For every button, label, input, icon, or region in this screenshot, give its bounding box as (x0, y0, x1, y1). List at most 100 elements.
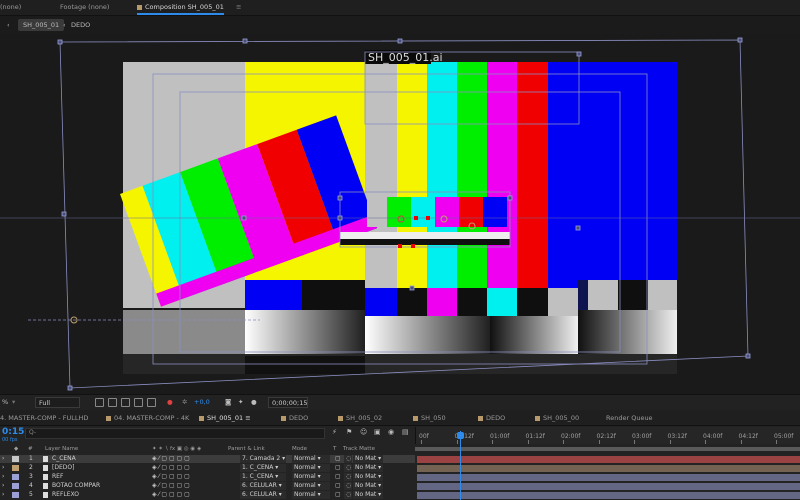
layer-duration-bar[interactable] (417, 491, 800, 499)
motion-blur-icon[interactable]: ◉ (388, 428, 394, 436)
track-matte-select[interactable]: No Mat ▾ (353, 491, 383, 499)
camera-icon[interactable]: ◙ (225, 398, 231, 406)
frame-blending-icon[interactable]: ▣ (374, 428, 381, 436)
timeline-tab-7[interactable]: SH_005_00 (535, 414, 579, 422)
layer-row[interactable]: › 4 BOTÃO COMPAR ◈ ⁄ ▢ ▢ ▢ ▢ 6. CELULAR ▾ Nor… (0, 482, 415, 490)
parent-select[interactable]: 6. CELULAR ▾ (240, 482, 286, 490)
snapshot-icon[interactable]: ✦ (238, 398, 243, 406)
toggle-transparency-icon[interactable] (147, 398, 156, 407)
layer-row[interactable]: › 5 REFLEXO ◈ ⁄ ▢ ▢ ▢ ▢ 6. CELULAR ▾ Normal ▾… (0, 491, 415, 499)
track-matte-icon[interactable]: ◌ (344, 491, 352, 499)
preserve-transparency-checkbox[interactable]: ▢ (335, 473, 341, 481)
layer-duration-bar[interactable] (417, 473, 800, 481)
timeline-tab-4[interactable]: SH_005_02 (338, 414, 382, 422)
menu-icon[interactable]: ≡ (236, 3, 241, 11)
track-matte-select[interactable]: No Mat ▾ (353, 455, 383, 463)
tab-composition[interactable]: Composition SH_005_01 (137, 3, 224, 15)
layer-label-color[interactable] (12, 483, 19, 489)
layer-duration-bar[interactable] (417, 455, 800, 463)
chevron-down-icon[interactable]: ▾ (12, 398, 15, 406)
comp-flowchart-icon[interactable]: ⚡ (332, 428, 337, 436)
layer-switches-icon[interactable]: ◈ ⁄ ▢ ▢ ▢ ▢ (152, 482, 222, 490)
color-channels-icon[interactable]: ● (167, 398, 173, 406)
layer-search-input[interactable]: Q- (25, 428, 325, 439)
layer-row[interactable]: › 3 REF ◈ ⁄ ▢ ▢ ▢ ▢ 1. C_CENA ▾ Normal ▾ ▢ ◌ No … (0, 473, 415, 481)
layer-name[interactable]: [DEDO] (52, 464, 147, 472)
parent-select[interactable]: 6. CELULAR ▾ (240, 491, 286, 499)
region-of-interest-icon[interactable] (134, 398, 143, 407)
resolution-select[interactable]: Full (35, 397, 80, 408)
layer-label-color[interactable] (12, 492, 19, 498)
track-matte-icon[interactable]: ◌ (344, 482, 352, 490)
expand-arrow-icon[interactable]: › (2, 455, 4, 463)
timeline-tab-1[interactable]: 04. MASTER-COMP - 4K (106, 414, 189, 422)
layer-row[interactable]: › 2 [DEDO] ◈ ⁄ ▢ ▢ ▢ ▢ 1. C_CENA ▾ Normal ▾ ▢ ◌… (0, 464, 415, 472)
breadcrumb-next[interactable]: DEDO (66, 19, 95, 31)
layer-duration-bar[interactable] (417, 482, 800, 490)
show-snapshot-icon[interactable]: ● (251, 398, 257, 406)
time-ruler[interactable]: 00f 00:12f 01:00f 01:12f 02:00f 02:12f 03:00f 0… (415, 427, 800, 444)
timeline-tab-6[interactable]: DEDO (478, 414, 505, 422)
timeline-tab-render-queue[interactable]: Render Queue (606, 414, 653, 422)
layer-row[interactable]: › 1 C_CENA ◈ ⁄ ▢ ▢ ▢ ▢ 7. Camada 2 ▾ Normal ▾… (0, 455, 415, 463)
graph-editor-icon[interactable]: ▤ (402, 428, 409, 436)
expand-arrow-icon[interactable]: › (2, 482, 4, 490)
timeline-tab-1-label: 04. MASTER-COMP - 4K (114, 414, 190, 422)
layer-switches-icon[interactable]: ◈ ⁄ ▢ ▢ ▢ ▢ (152, 455, 222, 463)
mode-select[interactable]: Normal ▾ (292, 491, 330, 499)
layer-name[interactable]: C_CENA (52, 455, 147, 463)
track-matte-icon[interactable]: ◌ (344, 473, 352, 481)
current-time-indicator-head[interactable] (457, 432, 464, 439)
mode-select[interactable]: Normal ▾ (292, 455, 330, 463)
exposure-icon[interactable]: ✲ (182, 398, 187, 406)
parent-select[interactable]: 1. C_CENA ▾ (240, 464, 286, 472)
layer-name[interactable]: BOTÃO COMPAR (52, 482, 147, 490)
parent-select[interactable]: 1. C_CENA ▾ (240, 473, 286, 481)
tab-footage[interactable]: Footage (none) (60, 3, 109, 11)
mode-select[interactable]: Normal ▾ (292, 464, 330, 472)
track-matte-select[interactable]: No Mat ▾ (353, 464, 383, 472)
track-matte-select[interactable]: No Mat ▾ (353, 482, 383, 490)
grid-icon[interactable] (95, 398, 104, 407)
zoom-value[interactable]: % (2, 398, 8, 406)
layer-switches-icon[interactable]: ◈ ⁄ ▢ ▢ ▢ ▢ (152, 473, 222, 481)
exposure-value[interactable]: +0,0 (194, 398, 210, 406)
work-area-bar[interactable] (415, 447, 800, 451)
timeline-tab-2[interactable]: SH_005_01 ≡ (199, 414, 251, 422)
layer-duration-bar[interactable] (417, 464, 800, 472)
preserve-transparency-checkbox[interactable]: ▢ (335, 482, 341, 490)
expand-arrow-icon[interactable]: › (2, 464, 4, 472)
mode-select[interactable]: Normal ▾ (292, 473, 330, 481)
timeline-tab-0[interactable]: 4. MASTER-COMP - FULLHD (0, 414, 88, 422)
timeline-tab-3[interactable]: DEDO (281, 414, 308, 422)
parent-select[interactable]: 7. Camada 2 ▾ (240, 455, 286, 463)
layer-switches-icon[interactable]: ◈ ⁄ ▢ ▢ ▢ ▢ (152, 491, 222, 499)
timeline-tab-5[interactable]: SH_050 (413, 414, 446, 422)
layer-name[interactable]: REF (52, 473, 147, 481)
preserve-transparency-checkbox[interactable]: ▢ (335, 464, 341, 472)
current-timecode[interactable]: 0:15 (2, 427, 24, 437)
chevron-left-icon[interactable]: ‹ (2, 19, 15, 31)
mask-icon[interactable] (121, 398, 130, 407)
draft-3d-icon[interactable]: ⚑ (346, 428, 352, 436)
expand-arrow-icon[interactable]: › (2, 491, 4, 499)
layer-switches-icon[interactable]: ◈ ⁄ ▢ ▢ ▢ ▢ (152, 464, 222, 472)
preserve-transparency-checkbox[interactable]: ▢ (335, 491, 341, 499)
layer-label-color[interactable] (12, 456, 19, 462)
mode-select[interactable]: Normal ▾ (292, 482, 330, 490)
current-time-indicator[interactable] (460, 431, 461, 500)
layer-name[interactable]: REFLEXO (52, 491, 147, 499)
composition-viewer[interactable]: SH_005_01.ai (0, 34, 800, 394)
shy-icon[interactable]: ☺ (360, 428, 367, 436)
column-layer-name[interactable]: Layer Name (45, 446, 78, 452)
track-matte-icon[interactable]: ◌ (344, 455, 352, 463)
track-matte-icon[interactable]: ◌ (344, 464, 352, 472)
viewer-timecode[interactable]: 0;00;00;15 (268, 397, 308, 408)
layer-label-color[interactable] (12, 474, 19, 480)
preserve-transparency-checkbox[interactable]: ▢ (335, 455, 341, 463)
track-matte-select[interactable]: No Mat ▾ (353, 473, 383, 481)
tab-none[interactable]: (none) (0, 3, 21, 11)
expand-arrow-icon[interactable]: › (2, 473, 4, 481)
transparency-grid-icon[interactable] (108, 398, 117, 407)
layer-label-color[interactable] (12, 465, 19, 471)
